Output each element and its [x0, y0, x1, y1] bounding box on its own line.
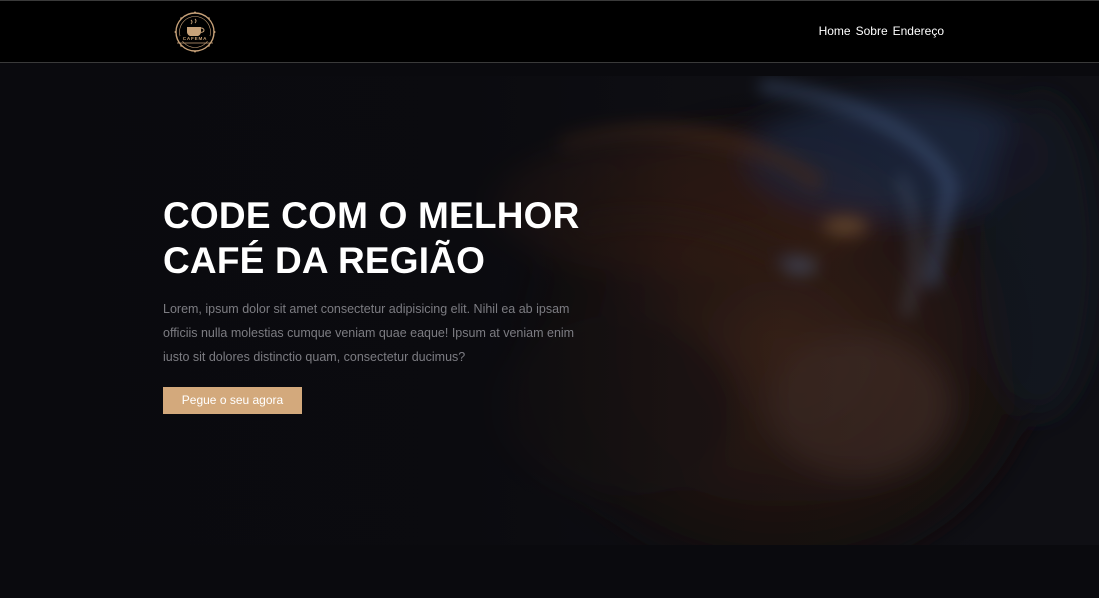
nav-link-sobre[interactable]: Sobre [856, 24, 888, 38]
hero-section: CODE COM O MELHOR CAFÉ DA REGIÃO Lorem, … [0, 63, 1099, 598]
hero-content: CODE COM O MELHOR CAFÉ DA REGIÃO Lorem, … [163, 193, 603, 414]
hero-title-line-2: CAFÉ DA REGIÃO [163, 240, 486, 281]
nav-link-endereco[interactable]: Endereço [893, 24, 944, 38]
cta-button[interactable]: Pegue o seu agora [163, 387, 302, 414]
page: CAFEMA Home Sobre Endereço CODE COM O ME… [0, 0, 1099, 598]
top-navbar: CAFEMA Home Sobre Endereço [0, 0, 1099, 63]
hero-description: Lorem, ipsum dolor sit amet consectetur … [163, 302, 575, 364]
svg-text:CAFEMA: CAFEMA [183, 36, 207, 41]
main-nav: Home Sobre Endereço [819, 24, 944, 38]
coffee-logo-icon: CAFEMA [174, 11, 216, 53]
hero-title: CODE COM O MELHOR CAFÉ DA REGIÃO [163, 193, 603, 283]
brand-logo[interactable]: CAFEMA [169, 10, 221, 54]
nav-link-home[interactable]: Home [819, 24, 851, 38]
hero-title-line-1: CODE COM O MELHOR [163, 195, 580, 236]
